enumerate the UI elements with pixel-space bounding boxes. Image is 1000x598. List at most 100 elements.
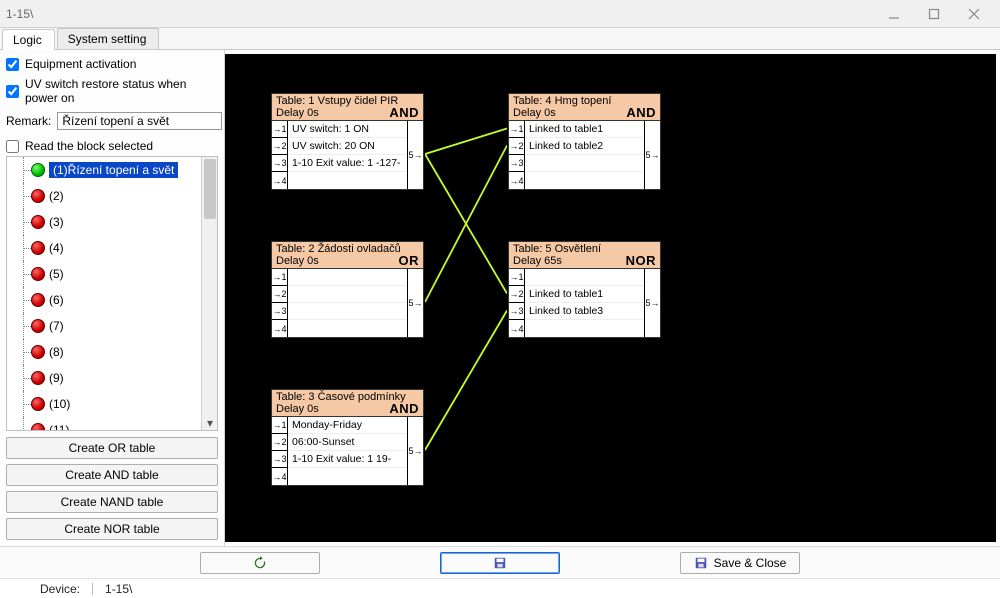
input-port[interactable]: →4 — [509, 172, 524, 189]
tab-system-setting[interactable]: System setting — [57, 28, 160, 49]
block-title: Table: 3 Časové podmínky — [276, 391, 419, 403]
close-button[interactable] — [954, 2, 994, 26]
status-dot-icon — [31, 215, 45, 229]
input-port[interactable]: →4 — [272, 468, 287, 485]
logic-canvas[interactable]: Table: 1 Vstupy čidel PIRANDDelay 0s→1→2… — [225, 54, 996, 542]
tree-item[interactable]: (3) — [7, 209, 217, 235]
block-row — [288, 286, 407, 303]
block-row: Linked to table3 — [525, 303, 644, 320]
status-dot-icon — [31, 397, 45, 411]
uv-restore-checkbox[interactable]: UV switch restore status when power on — [6, 77, 218, 105]
save-close-button[interactable]: Save & Close — [680, 552, 800, 574]
status-dot-icon — [31, 163, 45, 177]
refresh-button[interactable] — [200, 552, 320, 574]
input-port[interactable]: →1 — [509, 269, 524, 286]
tree-item[interactable]: (6) — [7, 287, 217, 313]
block-delay: Delay 0s — [276, 107, 319, 119]
input-port[interactable]: →2 — [509, 138, 524, 155]
block-row: Linked to table2 — [525, 138, 644, 155]
save-button[interactable] — [440, 552, 560, 574]
tree-item[interactable]: (7) — [7, 313, 217, 339]
tree-scrollbar[interactable]: ▴▾ — [201, 157, 217, 430]
tree-item[interactable]: (10) — [7, 391, 217, 417]
input-port[interactable]: →3 — [509, 155, 524, 172]
tree-item-label: (7) — [49, 319, 64, 333]
tree-item[interactable]: (11) — [7, 417, 217, 431]
output-port[interactable]: 5→ — [645, 269, 660, 337]
output-port[interactable]: 5→ — [408, 417, 423, 485]
status-bar: Device: 1-15\ — [0, 578, 1000, 598]
tree-item[interactable]: (9) — [7, 365, 217, 391]
create-nand-button[interactable]: Create NAND table — [6, 491, 218, 513]
block-operator: AND — [626, 107, 656, 119]
minimize-button[interactable] — [874, 2, 914, 26]
input-port[interactable]: →2 — [272, 286, 287, 303]
status-dot-icon — [31, 319, 45, 333]
logic-block[interactable]: Table: 5 OsvětleníNORDelay 65s→1→2→3→4Li… — [507, 240, 662, 339]
create-or-button[interactable]: Create OR table — [6, 437, 218, 459]
tree-item-label: (4) — [49, 241, 64, 255]
logic-block[interactable]: Table: 1 Vstupy čidel PIRANDDelay 0s→1→2… — [270, 92, 425, 191]
block-row — [525, 172, 644, 189]
tree-item[interactable]: (8) — [7, 339, 217, 365]
block-header: Table: 3 Časové podmínkyANDDelay 0s — [271, 389, 424, 417]
block-row — [525, 155, 644, 172]
tree-item[interactable]: (5) — [7, 261, 217, 287]
tree-item[interactable]: (1)Řízení topení a svět — [7, 157, 217, 183]
create-and-button[interactable]: Create AND table — [6, 464, 218, 486]
input-port[interactable]: →3 — [272, 451, 287, 468]
remark-input[interactable] — [57, 112, 222, 130]
logic-block[interactable]: Table: 4 Hmg topeníANDDelay 0s→1→2→3→4Li… — [507, 92, 662, 191]
input-port[interactable]: →2 — [272, 434, 287, 451]
input-port[interactable]: →1 — [509, 121, 524, 138]
block-header: Table: 5 OsvětleníNORDelay 65s — [508, 241, 661, 269]
tree-item[interactable]: (2) — [7, 183, 217, 209]
read-block-checkbox[interactable]: Read the block selected — [6, 139, 218, 153]
input-port[interactable]: →2 — [509, 286, 524, 303]
maximize-button[interactable] — [914, 2, 954, 26]
block-operator: NOR — [626, 255, 656, 267]
block-row: 06:00-Sunset — [288, 434, 407, 451]
tree-item-label: (2) — [49, 189, 64, 203]
block-row: UV switch: 1 ON — [288, 121, 407, 138]
tree-item-label: (1)Řízení topení a svět — [49, 162, 178, 178]
window-titlebar: 1-15\ — [0, 0, 1000, 28]
logic-block[interactable]: Table: 3 Časové podmínkyANDDelay 0s→1→2→… — [270, 388, 425, 487]
block-tree[interactable]: (1)Řízení topení a svět (2) (3) (4) (5)(6) (7… — [6, 156, 218, 431]
status-dot-icon — [31, 241, 45, 255]
input-port[interactable]: →1 — [272, 417, 287, 434]
input-port[interactable]: →2 — [272, 138, 287, 155]
wire[interactable] — [425, 146, 507, 303]
tree-item-label: (10) — [49, 397, 70, 411]
block-operator: AND — [389, 107, 419, 119]
block-header: Table: 4 Hmg topeníANDDelay 0s — [508, 93, 661, 121]
input-port[interactable]: →1 — [272, 121, 287, 138]
input-port[interactable]: →3 — [272, 303, 287, 320]
status-dot-icon — [31, 267, 45, 281]
equipment-activation-checkbox[interactable]: Equipment activation — [6, 57, 218, 71]
input-port[interactable]: →4 — [272, 320, 287, 337]
input-port[interactable]: →3 — [509, 303, 524, 320]
input-port[interactable]: →4 — [509, 320, 524, 337]
wire[interactable] — [425, 154, 507, 294]
wire[interactable] — [425, 311, 507, 451]
output-port[interactable]: 5→ — [645, 121, 660, 189]
status-dot-icon — [31, 371, 45, 385]
input-port[interactable]: →4 — [272, 172, 287, 189]
block-row: 1-10 Exit value: 1 19-127 — [288, 451, 407, 468]
input-port[interactable]: →3 — [272, 155, 287, 172]
logic-block[interactable]: Table: 2 Žádosti ovladačůORDelay 0s→1→2→… — [270, 240, 425, 339]
tab-bar: Logic System setting — [0, 28, 1000, 50]
tree-item[interactable]: (4) — [7, 235, 217, 261]
input-port[interactable]: →1 — [272, 269, 287, 286]
block-delay: Delay 0s — [276, 255, 319, 267]
block-title: Table: 2 Žádosti ovladačů — [276, 243, 419, 255]
status-dot-icon — [31, 293, 45, 307]
bottom-toolbar: Save & Close — [0, 546, 1000, 578]
output-port[interactable]: 5→ — [408, 121, 423, 189]
create-nor-button[interactable]: Create NOR table — [6, 518, 218, 540]
tab-logic[interactable]: Logic — [2, 29, 55, 50]
output-port[interactable]: 5→ — [408, 269, 423, 337]
wire[interactable] — [425, 129, 507, 155]
save-icon — [493, 556, 507, 570]
